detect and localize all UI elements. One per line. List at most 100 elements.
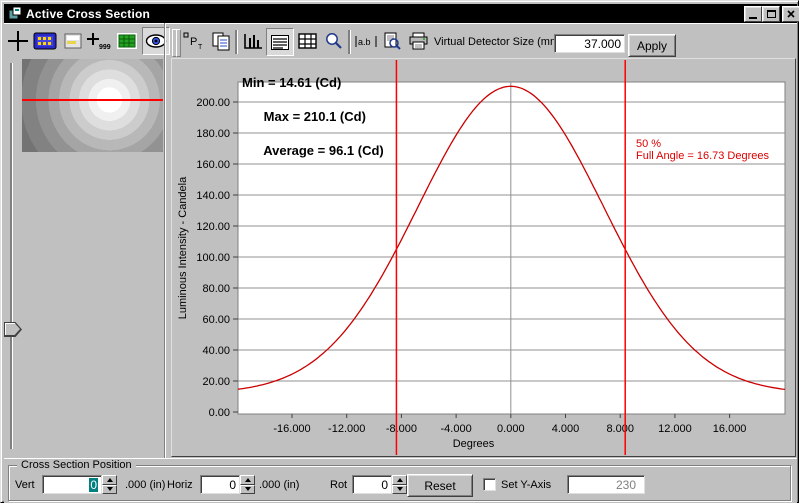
x-tick-label: 4.000 (552, 423, 580, 435)
chart-panel: 0.00 20.00 40.00 60.00 80.00 100.00 120.00 140.… (171, 58, 796, 457)
app-icon (8, 6, 22, 20)
y-tick-label: 120.00 (196, 221, 230, 233)
up-arrow-icon (396, 477, 403, 482)
x-tick-label: 0.000 (497, 423, 525, 435)
printer-icon (409, 32, 427, 50)
set-y-axis-label: Set Y-Axis (501, 479, 552, 491)
print-preview-tool-button[interactable] (379, 28, 405, 54)
horiz-units-label: .000 (in) (259, 479, 300, 491)
vert-value: 0 (89, 477, 98, 492)
point-label-tool-button[interactable]: P T (181, 28, 207, 54)
point-label-icon: P T (183, 32, 203, 51)
vertical-position-slider-thumb[interactable] (4, 322, 22, 337)
point-value-icon: 999 (87, 33, 111, 50)
y-tick-label: 100.00 (196, 252, 230, 264)
svg-text:P: P (190, 36, 197, 48)
x-tick-label: -4.000 (441, 423, 472, 435)
y-axis-max-value: 230 (615, 477, 636, 492)
reset-button-label: Reset (424, 478, 456, 493)
horiz-input[interactable]: 0 (200, 475, 240, 494)
svg-text:T: T (198, 44, 203, 51)
histogram-view-tool-button[interactable] (240, 28, 266, 54)
vert-label: Vert (15, 479, 35, 491)
rot-spin-up-button[interactable] (392, 475, 407, 485)
table-icon (297, 33, 317, 49)
crosshair-tool-button[interactable] (5, 28, 31, 54)
apply-button-label: Apply (636, 38, 668, 53)
full-angle-label: Full Angle = 16.73 Degrees (636, 150, 770, 162)
chart-stats: Min = 14.61 (Cd) Max = 210.1 (Cd) Averag… (242, 74, 384, 176)
y-tick-label: 140.00 (196, 190, 230, 202)
x-tick-label: 12.000 (658, 423, 692, 435)
cross-section-line (22, 99, 163, 101)
profile-lines-icon (271, 34, 289, 50)
detector-size-input[interactable] (554, 34, 625, 53)
table-view-tool-button[interactable] (294, 28, 320, 54)
vertical-position-slider-track[interactable] (10, 63, 12, 449)
minimize-icon (749, 17, 757, 19)
magnifier-icon (325, 32, 342, 49)
detector-tool-button[interactable] (32, 28, 58, 54)
x-axis-title: Degrees (453, 438, 495, 450)
panel-divider[interactable] (164, 23, 165, 458)
horiz-spin-down-button[interactable] (240, 484, 255, 494)
raster-grid-tool-button[interactable] (114, 28, 140, 54)
y-tick-label: 40.00 (202, 345, 230, 357)
y-tick-label: 20.00 (202, 376, 230, 388)
surface-tool-button[interactable] (60, 28, 86, 54)
rot-value: 0 (381, 477, 388, 492)
vert-units-label: .000 (in) (125, 479, 166, 491)
vert-input[interactable]: 0 (42, 475, 102, 494)
y-tick-label: 160.00 (196, 159, 230, 171)
raster-grid-icon (117, 33, 137, 49)
cross-section-preview-panel (4, 58, 164, 458)
profile-view-tool-button[interactable] (266, 28, 294, 56)
horiz-spin-up-button[interactable] (240, 475, 255, 485)
y-axis-max-input[interactable]: 230 (567, 475, 645, 494)
detector-icon (33, 32, 57, 50)
maximize-button[interactable] (762, 6, 780, 22)
down-arrow-icon (396, 487, 403, 492)
eye-view-tool-button[interactable] (142, 27, 170, 55)
print-tool-button[interactable] (405, 28, 431, 54)
half-max-percent: 50 % (636, 138, 662, 150)
rot-spin-down-button[interactable] (392, 484, 407, 494)
toolbar: 999 P T a.b Virtual Detector Size (mm) 3… (4, 23, 797, 59)
x-tick-label: -12.000 (328, 423, 365, 435)
rot-label: Rot (330, 479, 348, 491)
rot-input[interactable]: 0 (352, 475, 392, 494)
apply-button[interactable]: Apply (628, 34, 676, 57)
stat-average: Average = 96.1 (Cd) (263, 143, 384, 158)
active-cross-section-window: Active Cross Section 999 P T a.b Virtual… (0, 0, 799, 503)
x-tick-label: -16.000 (273, 423, 310, 435)
y-axis-title: Luminous Intensity - Candela (177, 176, 189, 319)
beam-spot-image (22, 59, 163, 152)
vert-spinner (102, 475, 117, 494)
y-tick-label: 60.00 (202, 314, 230, 326)
x-tick-label: 8.000 (606, 423, 634, 435)
close-button[interactable] (782, 6, 799, 22)
up-arrow-icon (244, 477, 251, 482)
minimize-button[interactable] (744, 6, 762, 22)
copy-tool-button[interactable] (208, 28, 234, 54)
detector-size-label: Virtual Detector Size (mm) (434, 36, 563, 48)
vert-spin-up-button[interactable] (102, 475, 117, 485)
stat-min: Min = 14.61 (Cd) (242, 75, 342, 90)
reset-button[interactable]: Reset (407, 474, 473, 497)
y-tick-label: 80.00 (202, 283, 230, 295)
horiz-label: Horiz (167, 479, 193, 491)
rot-spinner (392, 475, 407, 494)
set-y-axis-checkbox[interactable] (483, 478, 496, 491)
crosshair-icon (8, 31, 28, 51)
point-value-tool-button[interactable]: 999 (86, 28, 112, 54)
up-arrow-icon (106, 477, 113, 482)
vert-spin-down-button[interactable] (102, 484, 117, 494)
zoom-tool-button[interactable] (320, 28, 346, 54)
y-tick-label: 180.00 (196, 128, 230, 140)
window-title: Active Cross Section (26, 6, 151, 21)
y-tick-label: 200.00 (196, 97, 230, 109)
half-max-annotation: 50 % Full Angle = 16.73 Degrees (636, 138, 769, 162)
y-tick-label: 0.00 (209, 407, 230, 419)
stat-max: Max = 210.1 (Cd) (263, 109, 366, 124)
text-label-tool-button[interactable]: a.b (353, 28, 379, 54)
